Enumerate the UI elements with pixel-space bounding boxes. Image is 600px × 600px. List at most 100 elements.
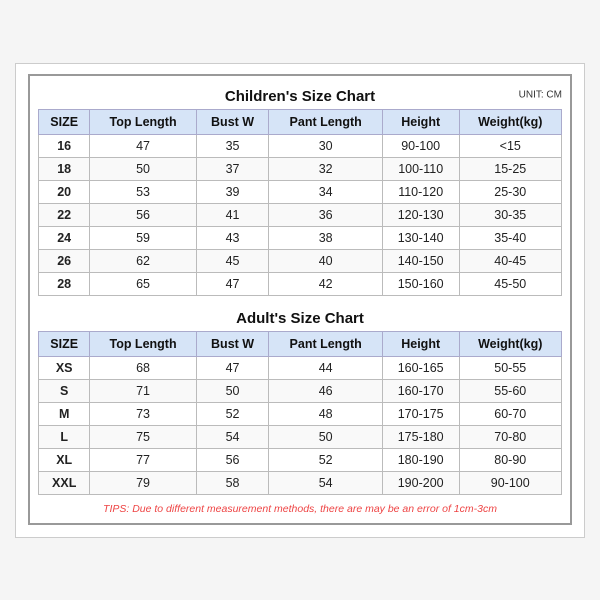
table-cell: 42 xyxy=(269,272,382,295)
table-cell: M xyxy=(39,402,90,425)
outer-border: Children's Size Chart UNIT: CM SIZETop L… xyxy=(28,74,572,525)
table-cell: 41 xyxy=(196,203,269,226)
tips-text: TIPS: Due to different measurement metho… xyxy=(38,503,562,515)
table-cell: 30 xyxy=(269,134,382,157)
adult-col-header: Pant Length xyxy=(269,331,382,356)
table-cell: 50 xyxy=(90,157,196,180)
table-cell: 48 xyxy=(269,402,382,425)
table-cell: 58 xyxy=(196,471,269,494)
children-col-header: Height xyxy=(382,109,459,134)
children-col-header: Pant Length xyxy=(269,109,382,134)
table-row: 28654742150-16045-50 xyxy=(39,272,562,295)
table-cell: 62 xyxy=(90,249,196,272)
adult-col-header: Weight(kg) xyxy=(459,331,562,356)
table-cell: 39 xyxy=(196,180,269,203)
table-cell: XXL xyxy=(39,471,90,494)
table-cell: 55-60 xyxy=(459,379,562,402)
table-cell: 79 xyxy=(90,471,196,494)
table-cell: XL xyxy=(39,448,90,471)
table-cell: 160-170 xyxy=(382,379,459,402)
table-cell: 130-140 xyxy=(382,226,459,249)
table-cell: 20 xyxy=(39,180,90,203)
adult-section-title: Adult's Size Chart xyxy=(38,304,562,331)
adult-table-header: SIZETop LengthBust WPant LengthHeightWei… xyxy=(39,331,562,356)
children-size-table: SIZETop LengthBust WPant LengthHeightWei… xyxy=(38,109,562,296)
table-cell: 25-30 xyxy=(459,180,562,203)
children-col-header: Top Length xyxy=(90,109,196,134)
table-row: 20533934110-12025-30 xyxy=(39,180,562,203)
children-col-header: Weight(kg) xyxy=(459,109,562,134)
table-cell: 71 xyxy=(90,379,196,402)
table-cell: 100-110 xyxy=(382,157,459,180)
table-cell: 50 xyxy=(269,425,382,448)
table-cell: 35-40 xyxy=(459,226,562,249)
table-row: 22564136120-13030-35 xyxy=(39,203,562,226)
table-cell: 90-100 xyxy=(459,471,562,494)
adult-table-body: XS684744160-16550-55S715046160-17055-60M… xyxy=(39,356,562,494)
table-cell: 30-35 xyxy=(459,203,562,226)
table-cell: 44 xyxy=(269,356,382,379)
table-cell: 16 xyxy=(39,134,90,157)
table-cell: 54 xyxy=(196,425,269,448)
table-cell: 77 xyxy=(90,448,196,471)
adult-col-header: SIZE xyxy=(39,331,90,356)
table-cell: 47 xyxy=(90,134,196,157)
table-cell: 28 xyxy=(39,272,90,295)
table-cell: 40 xyxy=(269,249,382,272)
table-cell: 46 xyxy=(269,379,382,402)
table-cell: 32 xyxy=(269,157,382,180)
adult-col-header: Top Length xyxy=(90,331,196,356)
table-cell: 190-200 xyxy=(382,471,459,494)
adult-title-text: Adult's Size Chart xyxy=(236,310,364,327)
table-cell: 50 xyxy=(196,379,269,402)
table-cell: 24 xyxy=(39,226,90,249)
children-table-header: SIZETop LengthBust WPant LengthHeightWei… xyxy=(39,109,562,134)
size-chart-container: Children's Size Chart UNIT: CM SIZETop L… xyxy=(15,63,585,538)
table-cell: 90-100 xyxy=(382,134,459,157)
table-cell: 47 xyxy=(196,272,269,295)
table-row: 24594338130-14035-40 xyxy=(39,226,562,249)
children-title-text: Children's Size Chart xyxy=(225,88,375,105)
children-section-title: Children's Size Chart UNIT: CM xyxy=(38,82,562,109)
table-cell: 120-130 xyxy=(382,203,459,226)
table-cell: 65 xyxy=(90,272,196,295)
table-cell: 170-175 xyxy=(382,402,459,425)
table-cell: 175-180 xyxy=(382,425,459,448)
table-cell: 53 xyxy=(90,180,196,203)
adult-col-header: Bust W xyxy=(196,331,269,356)
table-cell: 50-55 xyxy=(459,356,562,379)
table-cell: 140-150 xyxy=(382,249,459,272)
table-cell: 34 xyxy=(269,180,382,203)
children-col-header: SIZE xyxy=(39,109,90,134)
table-cell: 70-80 xyxy=(459,425,562,448)
children-header-row: SIZETop LengthBust WPant LengthHeightWei… xyxy=(39,109,562,134)
table-cell: 56 xyxy=(90,203,196,226)
table-cell: 52 xyxy=(269,448,382,471)
table-cell: 60-70 xyxy=(459,402,562,425)
table-row: XS684744160-16550-55 xyxy=(39,356,562,379)
table-cell: 36 xyxy=(269,203,382,226)
table-cell: S xyxy=(39,379,90,402)
unit-label: UNIT: CM xyxy=(519,90,562,101)
table-cell: 68 xyxy=(90,356,196,379)
table-cell: 73 xyxy=(90,402,196,425)
table-cell: L xyxy=(39,425,90,448)
table-cell: 75 xyxy=(90,425,196,448)
table-row: M735248170-17560-70 xyxy=(39,402,562,425)
adult-size-table: SIZETop LengthBust WPant LengthHeightWei… xyxy=(38,331,562,495)
table-cell: 22 xyxy=(39,203,90,226)
table-row: L755450175-18070-80 xyxy=(39,425,562,448)
table-cell: 47 xyxy=(196,356,269,379)
table-cell: 37 xyxy=(196,157,269,180)
table-row: 18503732100-11015-25 xyxy=(39,157,562,180)
table-cell: 45 xyxy=(196,249,269,272)
table-cell: 18 xyxy=(39,157,90,180)
table-cell: 150-160 xyxy=(382,272,459,295)
adult-header-row: SIZETop LengthBust WPant LengthHeightWei… xyxy=(39,331,562,356)
table-row: XL775652180-19080-90 xyxy=(39,448,562,471)
table-cell: XS xyxy=(39,356,90,379)
table-row: 26624540140-15040-45 xyxy=(39,249,562,272)
table-cell: 45-50 xyxy=(459,272,562,295)
table-cell: 56 xyxy=(196,448,269,471)
table-cell: 52 xyxy=(196,402,269,425)
